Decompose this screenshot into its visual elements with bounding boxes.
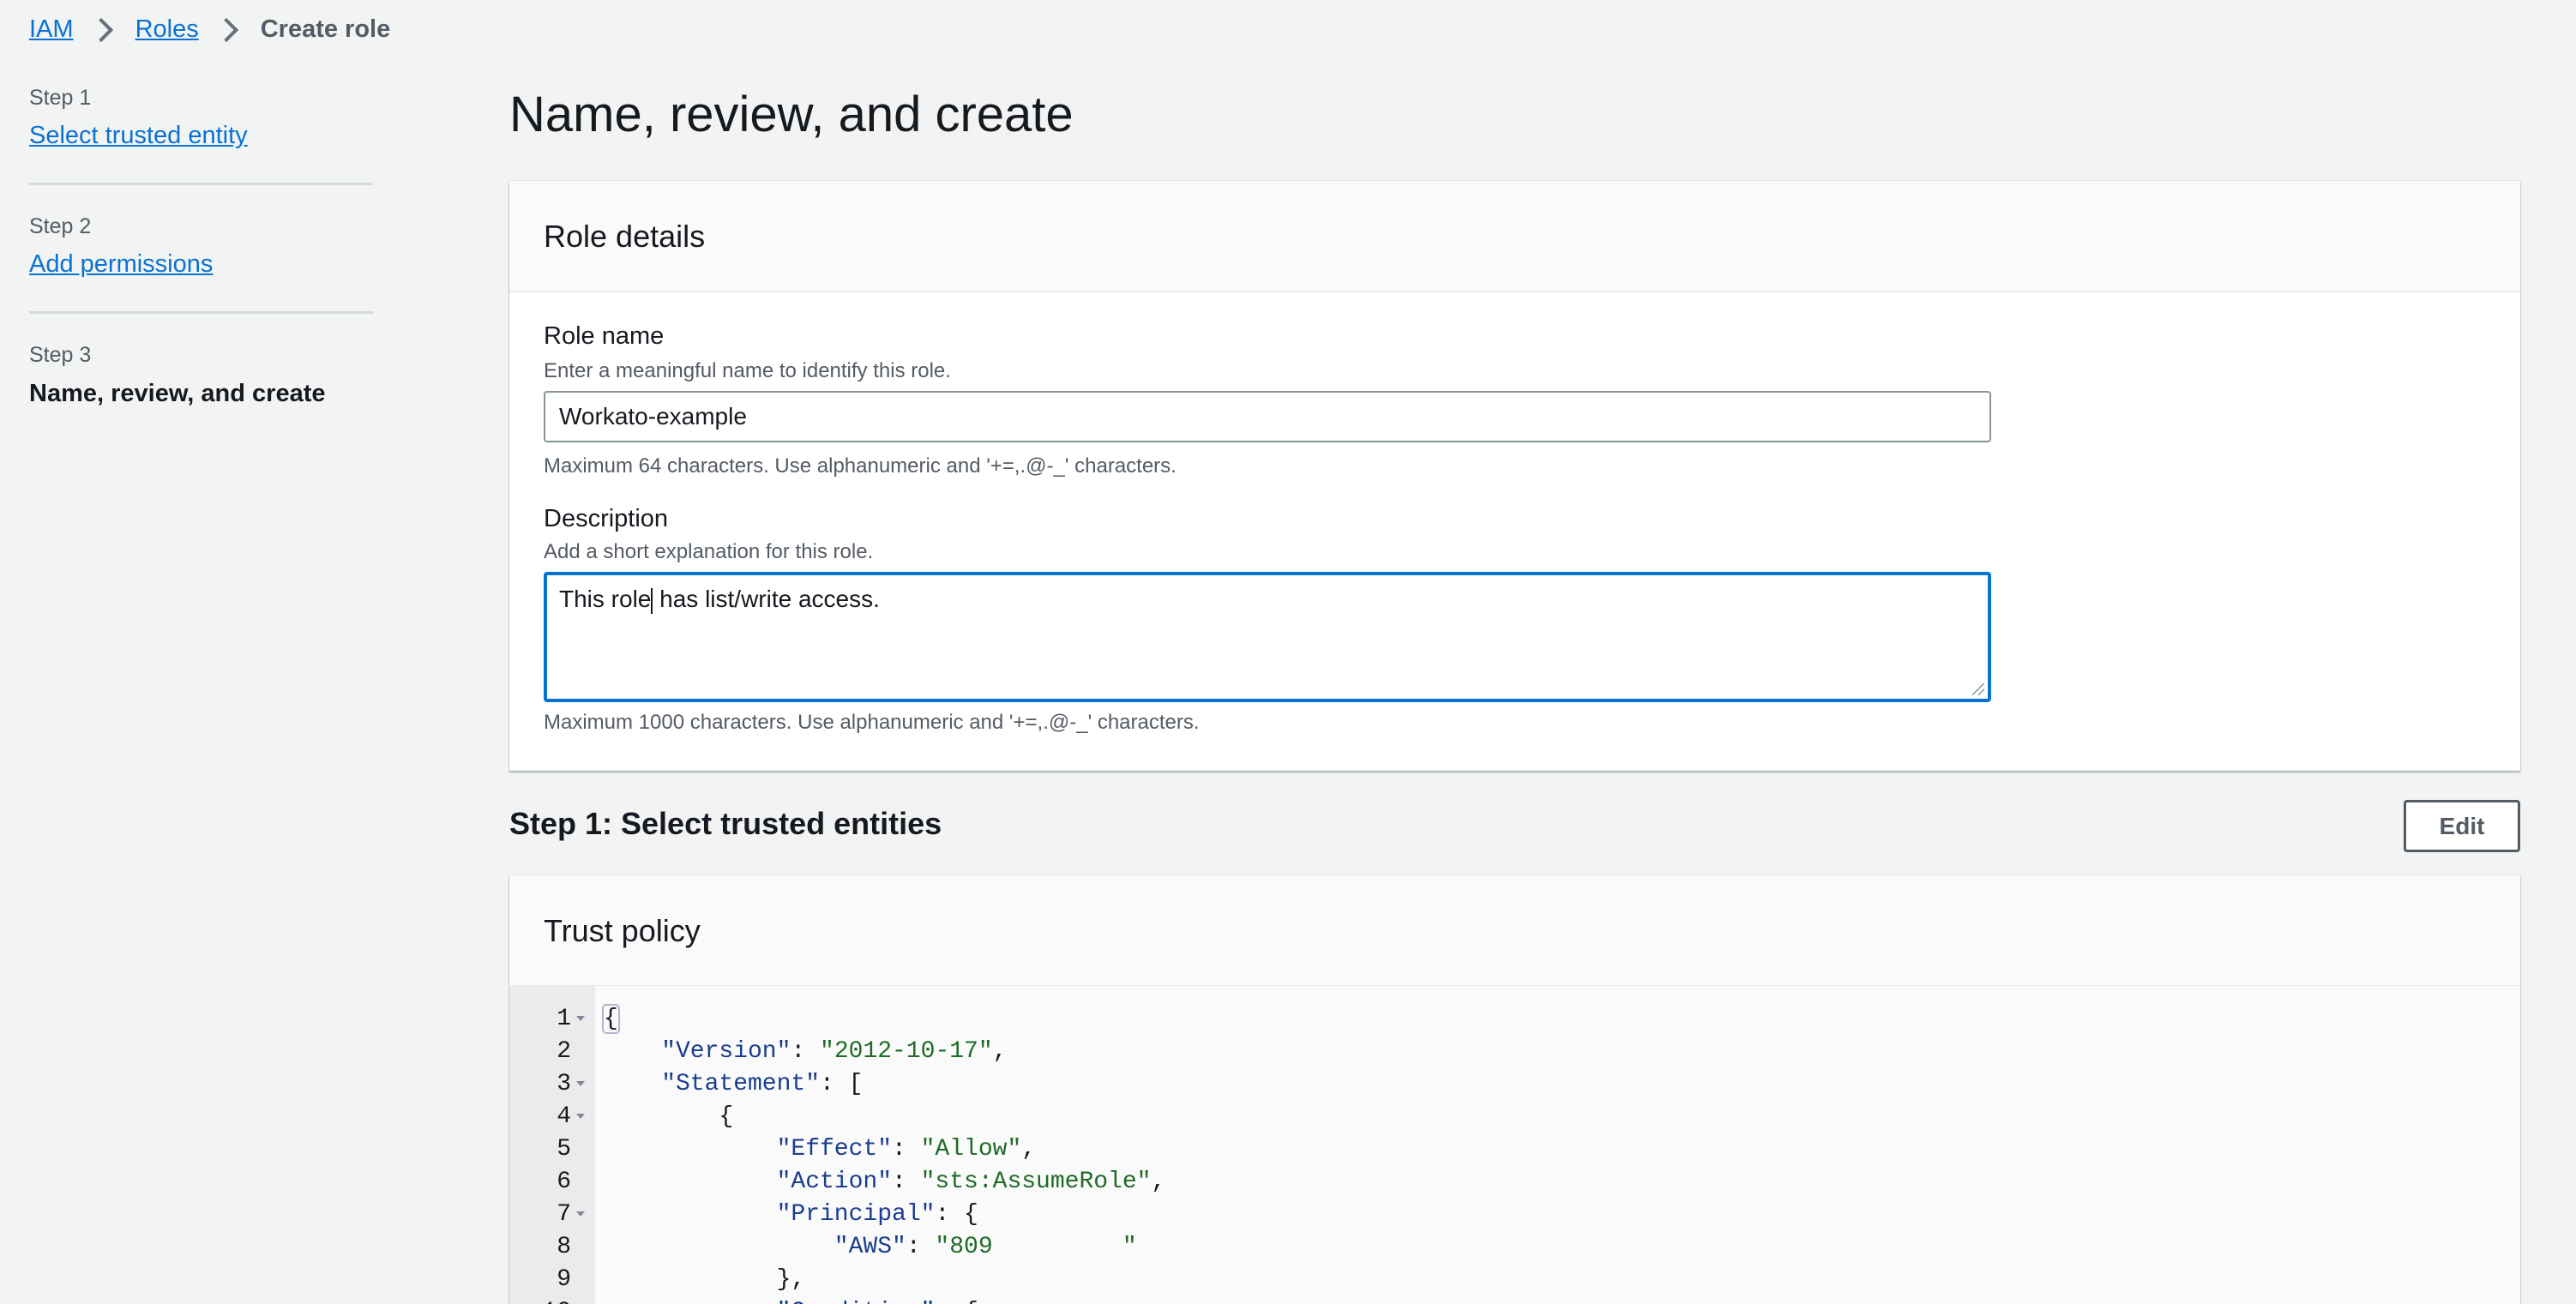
code-text: "Condition": { [777, 1296, 978, 1304]
json-punctuation: : [892, 1169, 921, 1195]
panel-title: Trust policy [544, 913, 701, 948]
code-text: { [719, 1101, 733, 1133]
panel-header: Role details [509, 181, 2520, 292]
code-text: "Action": "sts:AssumeRole", [777, 1166, 1166, 1199]
role-name-hint: Enter a meaningful name to identify this… [544, 359, 951, 382]
trust-policy-code-editor[interactable]: 1{2 "Version": "2012-10-17", 3 "Statement":… [509, 986, 2520, 1304]
json-punctuation: , [992, 1038, 1008, 1065]
line-number: 1 [557, 1006, 571, 1032]
resize-handle-icon[interactable] [1972, 683, 1984, 695]
code-text: "Effect": "Allow", [777, 1133, 1036, 1166]
description-text-before-cursor: This role [559, 586, 652, 612]
code-line: 8 "AWS": "809 " [509, 1231, 2520, 1264]
line-number: 10 [509, 1296, 571, 1304]
json-key: "Action" [776, 1169, 893, 1195]
line-number: 4 [557, 1103, 571, 1130]
step1-section-heading: Step 1: Select trusted entities [509, 806, 942, 841]
code-line: 2 "Version": "2012-10-17", [509, 1036, 2520, 1068]
code-line: 6 "Action": "sts:AssumeRole", [509, 1166, 2520, 1199]
line-number: 7 [557, 1201, 571, 1228]
panel-title: Role details [544, 219, 706, 254]
role-details-panel: Role details Role name Enter a meaningfu… [509, 181, 2520, 771]
json-punctuation: , [1021, 1136, 1037, 1163]
json-key: "Principal" [776, 1201, 936, 1228]
panel-header: Trust policy [509, 875, 2520, 987]
json-punctuation: { [602, 1004, 620, 1034]
step-2-link[interactable]: Add permissions [29, 250, 213, 279]
fold-caret-icon[interactable] [576, 1081, 585, 1086]
json-value: "Allow" [920, 1136, 1022, 1163]
line-number: 5 [557, 1136, 571, 1163]
breadcrumb-roles[interactable]: Roles [135, 15, 199, 44]
role-name-constraint: Maximum 64 characters. Use alphanumeric … [544, 454, 1177, 478]
step-2-label: Step 2 [29, 214, 92, 238]
step-1-label: Step 1 [29, 86, 92, 110]
code-line: 3 "Statement": [ [509, 1068, 2520, 1101]
line-number: 2 [557, 1038, 571, 1065]
json-punctuation: { [719, 1103, 734, 1130]
description-hint: Add a short explanation for this role. [544, 540, 874, 563]
code-line: 1{ [509, 1003, 2520, 1036]
trust-policy-panel: Trust policy 1{2 "Version": "2012-10-17",… [509, 875, 2520, 1304]
code-text: "Version": "2012-10-17", [661, 1036, 1007, 1068]
breadcrumb: IAM Roles Create role [29, 15, 390, 44]
description-label: Description [544, 505, 669, 532]
json-punctuation: : [ [820, 1071, 864, 1097]
breadcrumb-iam[interactable]: IAM [29, 15, 74, 44]
json-key: "Statement" [661, 1071, 821, 1097]
breadcrumb-current: Create role [260, 15, 391, 43]
json-punctuation: : { [935, 1201, 978, 1228]
edit-step1-button[interactable]: Edit [2404, 800, 2520, 852]
code-line: 10 "Condition": { [509, 1296, 2520, 1304]
step-divider [29, 311, 373, 314]
code-text: "Statement": [ [661, 1068, 863, 1101]
code-line: 7 "Principal": { [509, 1199, 2520, 1231]
role-name-input[interactable]: Workato-example [544, 391, 1991, 442]
step-1-link[interactable]: Select trusted entity [29, 122, 248, 150]
json-key: "AWS" [834, 1234, 906, 1260]
json-key: "Condition" [777, 1299, 936, 1304]
fold-caret-icon[interactable] [576, 1211, 585, 1217]
chevron-right-icon [88, 17, 113, 42]
json-key: "Version" [661, 1038, 791, 1065]
json-punctuation: , [1151, 1169, 1166, 1195]
line-number: 9 [557, 1266, 571, 1293]
json-value: "2012-10-17" [820, 1038, 993, 1065]
json-punctuation: : [906, 1234, 936, 1260]
line-number: 6 [557, 1169, 571, 1195]
role-name-label: Role name [544, 322, 665, 350]
json-value: "809 " [935, 1234, 1137, 1260]
code-line: 9}, [509, 1264, 2520, 1296]
step-3-current: Name, review, and create [29, 380, 326, 407]
json-value: "sts:AssumeRole" [920, 1169, 1152, 1195]
chevron-right-icon [214, 17, 238, 42]
json-punctuation: }, [776, 1266, 806, 1293]
json-punctuation: : [892, 1136, 921, 1163]
code-text: { [602, 1003, 620, 1036]
page-title: Name, review, and create [509, 87, 1074, 142]
json-punctuation: : [791, 1038, 821, 1065]
fold-caret-icon[interactable] [576, 1114, 585, 1119]
code-text: "AWS": "809 " [834, 1231, 1137, 1264]
step-3-label: Step 3 [29, 343, 92, 367]
json-key: "Effect" [776, 1136, 893, 1163]
code-text: "Principal": { [777, 1199, 978, 1231]
json-punctuation: : { [935, 1299, 978, 1304]
step-divider [29, 183, 373, 185]
role-name-value: Workato-example [559, 403, 747, 430]
description-constraint: Maximum 1000 characters. Use alphanumeri… [544, 711, 1200, 734]
code-text: }, [777, 1264, 806, 1296]
code-line: 5 "Effect": "Allow", [509, 1133, 2520, 1166]
line-number: 8 [557, 1234, 571, 1260]
line-number: 3 [557, 1071, 571, 1097]
code-line: 4{ [509, 1101, 2520, 1133]
description-textarea[interactable]: This role has list/write access. [544, 572, 1991, 702]
fold-caret-icon[interactable] [576, 1016, 585, 1021]
description-text-after-cursor: has list/write access. [653, 586, 880, 612]
